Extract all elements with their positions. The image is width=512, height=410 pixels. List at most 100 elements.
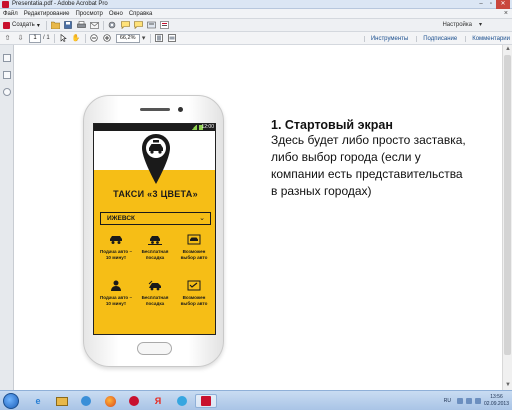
taxi-location-pin-icon	[142, 134, 170, 184]
close-document-button[interactable]: ×	[504, 9, 508, 19]
navigation-pane	[0, 45, 14, 390]
menu-view[interactable]: Просмотр	[75, 11, 102, 17]
skype-icon[interactable]	[171, 394, 193, 408]
scroll-down-icon[interactable]: ▼	[503, 381, 512, 390]
feature-label: Подача авто – 10 минут	[99, 249, 133, 260]
zoom-level-input[interactable]: 66,2%	[115, 33, 140, 43]
minimize-button[interactable]: –	[476, 0, 486, 9]
phone-screen: 12:00 ТАКСИ «3 ЦВЕТА» ИЖЕВСК ⌄ Подача ав…	[93, 123, 216, 335]
acrobat-icon[interactable]	[195, 394, 217, 408]
scroll-up-icon[interactable]: ▲	[503, 45, 512, 54]
close-window-button[interactable]: ✕	[496, 0, 510, 9]
total-pages-label: / 1	[43, 35, 50, 41]
window-controls: – ▫ ✕	[476, 0, 510, 9]
create-label: Создать	[12, 22, 35, 28]
bookmarks-icon[interactable]	[3, 71, 11, 79]
app-yellow-panel: ТАКСИ «3 ЦВЕТА» ИЖЕВСК ⌄ Подача авто – 1…	[94, 170, 215, 334]
menu-edit[interactable]: Редактирование	[24, 11, 70, 17]
share-icon[interactable]	[134, 21, 143, 30]
main-toolbar: Создать ▾ Настройка ▾	[0, 19, 512, 32]
customize-button[interactable]: Настройка	[442, 19, 472, 32]
car-parked-icon	[148, 236, 162, 245]
tools-link[interactable]: Инструменты	[363, 35, 408, 42]
vertical-scrollbar[interactable]: ▲ ▼	[502, 45, 512, 390]
zoom-dropdown-icon[interactable]: ▾	[141, 34, 147, 43]
firefox-icon[interactable]	[99, 394, 121, 408]
feature-item: Бесплатная посадка	[137, 234, 173, 260]
feature-item: Подача авто – 10 минут	[98, 234, 134, 260]
chevron-down-icon: ⌄	[199, 215, 205, 222]
page-thumbnails-icon[interactable]	[3, 54, 11, 62]
city-select-value: ИЖЕВСК	[107, 215, 135, 222]
print-icon[interactable]	[77, 21, 86, 30]
phone-camera	[178, 107, 183, 112]
explorer-icon[interactable]	[51, 394, 73, 408]
menubar: Файл Редактирование Просмотр Окно Справк…	[0, 9, 512, 19]
clock-time: 13:56	[490, 394, 503, 400]
feature-item: Возможен выбор авто	[176, 280, 212, 306]
ie-icon[interactable]: e	[27, 394, 49, 408]
feature-item: Подача авто – 10 минут	[98, 280, 134, 306]
chevron-down-icon[interactable]: ▾	[479, 19, 482, 32]
menu-window[interactable]: Окно	[109, 11, 123, 17]
comment-bubble-icon[interactable]	[121, 21, 130, 30]
menu-file[interactable]: Файл	[3, 11, 18, 17]
create-icon	[3, 21, 10, 29]
feature-label: Бесплатная посадка	[141, 295, 169, 306]
clock[interactable]: 13:56 02.09.2013	[484, 394, 509, 408]
feature-item: Возможен выбор авто	[176, 234, 212, 260]
start-button[interactable]	[3, 393, 19, 409]
fit-page-icon[interactable]	[155, 34, 164, 43]
open-folder-icon[interactable]	[50, 21, 60, 30]
hand-tool-icon[interactable]: ✋	[72, 34, 81, 43]
car-icon	[110, 236, 122, 244]
acrobat-shield-icon[interactable]	[123, 394, 145, 408]
signal-icon	[191, 125, 197, 130]
media-icon[interactable]	[75, 394, 97, 408]
create-button[interactable]: Создать ▾	[3, 21, 40, 29]
yandex-icon[interactable]: Я	[147, 394, 169, 408]
save-icon[interactable]	[64, 21, 73, 30]
fit-width-icon[interactable]	[168, 34, 177, 43]
phone-clock: 12:00	[201, 124, 214, 130]
scrollbar-thumb[interactable]	[504, 55, 511, 355]
sign-link[interactable]: Подписание	[416, 35, 457, 42]
menu-help[interactable]: Справка	[129, 11, 153, 17]
toolbar-divider	[45, 20, 47, 30]
comments-link[interactable]: Комментарии	[465, 35, 510, 42]
feature-label: Подача авто – 10 минут	[99, 295, 133, 306]
car-choice-icon	[187, 234, 201, 245]
attachments-icon[interactable]	[3, 88, 11, 96]
city-select: ИЖЕВСК ⌄	[100, 212, 211, 225]
select-cursor-icon[interactable]	[59, 34, 68, 43]
task-pane-links: Инструменты Подписание Комментарии	[356, 32, 510, 45]
driver-icon	[111, 280, 121, 291]
stamp-icon[interactable]	[147, 21, 156, 30]
phone-status-bar: 12:00	[94, 124, 215, 131]
navigation-toolbar: ⇧ ⇩ 1 / 1 ✋ 66,2% ▾ Инструменты Подписан…	[0, 32, 512, 45]
window-title: Presentatia.pdf - Adobe Acrobat Pro	[12, 1, 108, 7]
zoom-in-icon[interactable]	[103, 34, 112, 43]
language-indicator[interactable]: RU	[444, 398, 451, 404]
previous-page-icon[interactable]: ⇧	[3, 34, 12, 43]
flag-icon[interactable]	[474, 398, 481, 404]
feature-label: Возможен выбор авто	[180, 295, 208, 306]
app-title: ТАКСИ «3 ЦВЕТА»	[113, 189, 198, 199]
phone-speaker	[140, 108, 170, 111]
review-icon[interactable]	[160, 21, 169, 30]
email-icon[interactable]	[90, 21, 99, 30]
maximize-button[interactable]: ▫	[486, 0, 496, 9]
network-icon[interactable]	[456, 398, 463, 404]
settings-gear-icon[interactable]	[108, 21, 117, 30]
page-number-input[interactable]: 1	[29, 33, 41, 43]
toolbar-divider	[53, 33, 55, 43]
toolbar-divider	[84, 33, 86, 43]
volume-icon[interactable]	[465, 398, 472, 404]
next-page-icon[interactable]: ⇩	[16, 34, 25, 43]
feature-label: Возможен выбор авто	[180, 249, 208, 260]
clock-date: 02.09.2013	[483, 401, 509, 407]
system-tray: RU 13:56 02.09.2013	[444, 392, 509, 410]
zoom-out-icon[interactable]	[90, 34, 99, 43]
tow-car-icon	[148, 280, 161, 291]
car-list-icon	[187, 280, 201, 291]
